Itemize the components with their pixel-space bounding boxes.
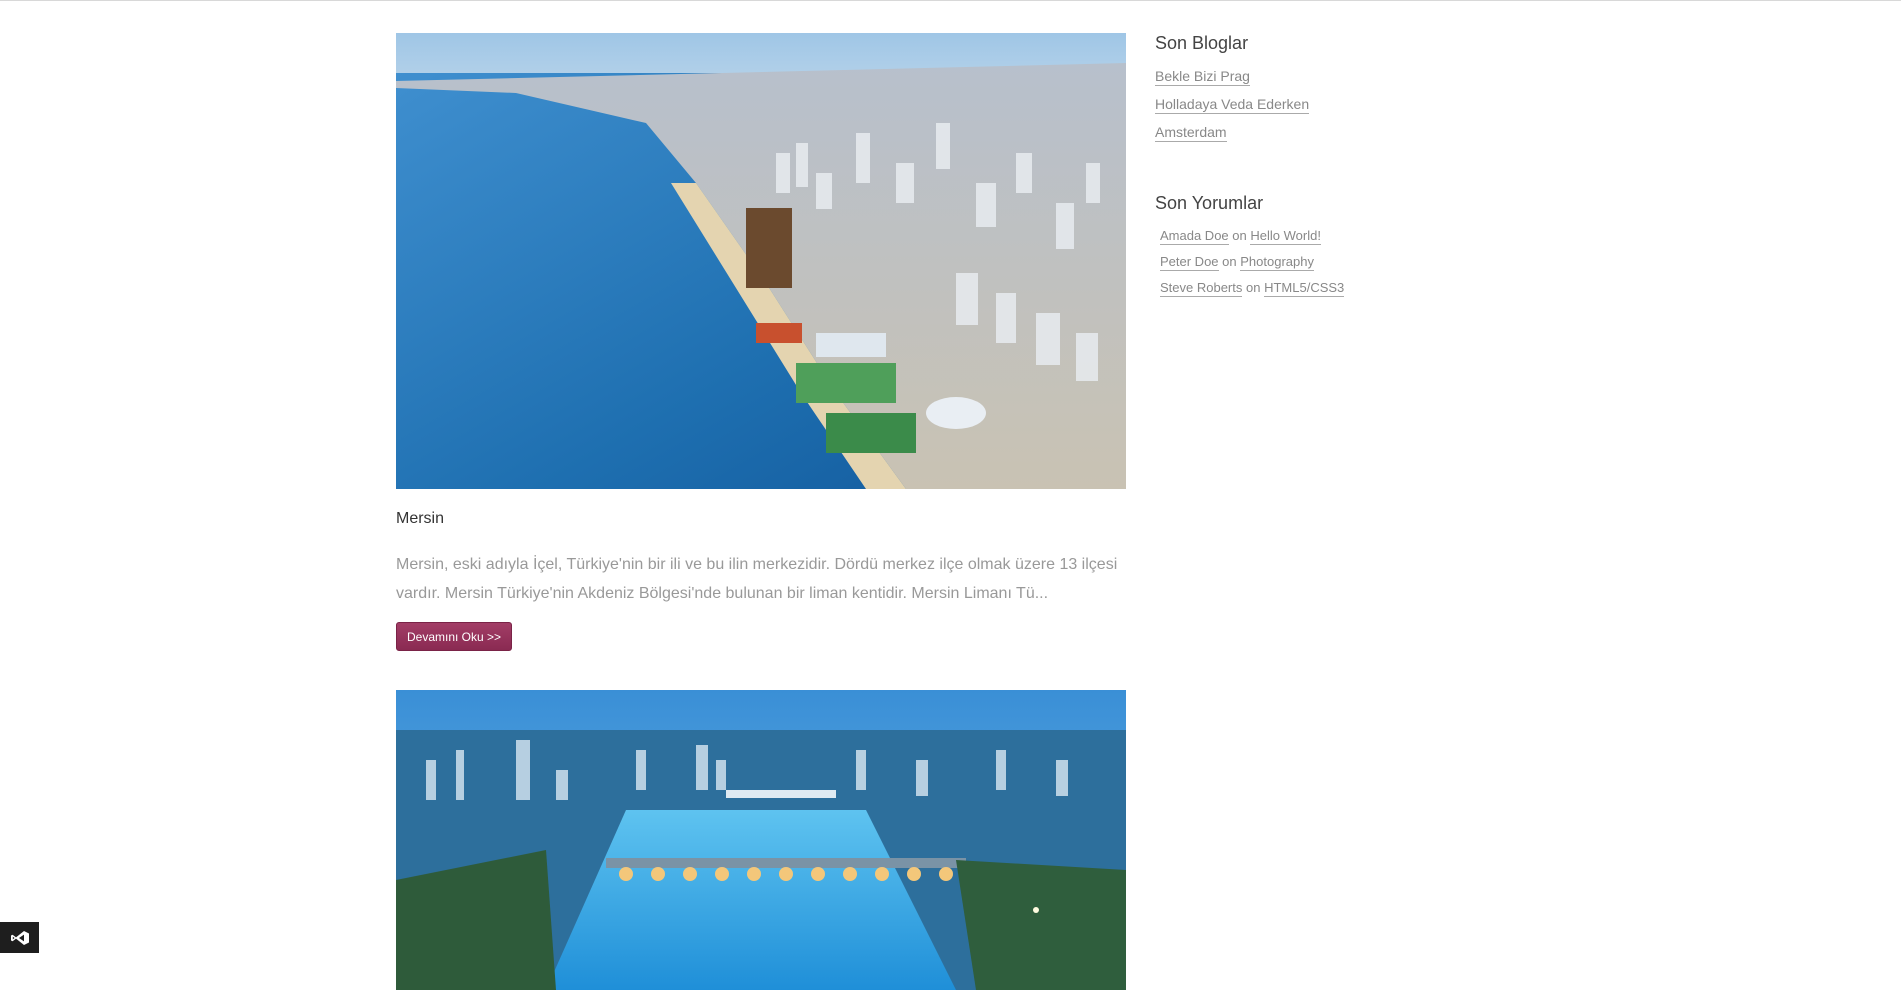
comment-author-link[interactable]: Steve Roberts [1160, 280, 1243, 297]
top-divider [0, 0, 1901, 1]
recent-blogs-list: Bekle Bizi Prag Holladaya Veda Ederken A… [1155, 68, 1385, 152]
recent-comments-title: Son Yorumlar [1155, 193, 1264, 213]
main-column: Mersin Mersin, eski adıyla İçel, Türkiye… [396, 33, 1126, 990]
river-bridge-photo [396, 690, 1126, 990]
recent-comments-list: Amada Doe on Hello World! Peter Doe on P… [1155, 228, 1385, 306]
post-excerpt: Mersin, eski adıyla İçel, Türkiye'nin bi… [396, 556, 1118, 602]
comment-connector: on [1232, 228, 1247, 243]
comment-post-link[interactable]: Hello World! [1250, 228, 1321, 245]
visual-studio-icon[interactable] [0, 922, 39, 953]
comment-author-link[interactable]: Peter Doe [1160, 254, 1219, 271]
comment-connector: on [1222, 254, 1237, 269]
list-item: Holladaya Veda Ederken [1155, 96, 1385, 124]
list-item: Amada Doe on Hello World! [1160, 228, 1385, 254]
comment-post-link[interactable]: Photography [1240, 254, 1314, 271]
list-item: Peter Doe on Photography [1160, 254, 1385, 280]
blog-link[interactable]: Bekle Bizi Prag [1155, 68, 1250, 86]
read-more-button[interactable]: Devamını Oku >> [396, 622, 513, 651]
recent-blogs-widget: Son Bloglar Bekle Bizi Prag Holladaya Ve… [1155, 33, 1385, 152]
vs-logo-glyph [10, 930, 29, 945]
blog-link[interactable]: Holladaya Veda Ederken [1155, 96, 1310, 114]
post-image-mersin[interactable] [396, 33, 1126, 489]
list-item: Steve Roberts on HTML5/CSS3 [1160, 280, 1385, 306]
post-title[interactable]: Mersin [396, 510, 444, 528]
recent-comments-widget: Son Yorumlar Amada Doe on Hello World! P… [1155, 193, 1385, 306]
comment-author-link[interactable]: Amada Doe [1160, 228, 1229, 245]
recent-blogs-title: Son Bloglar [1155, 33, 1249, 53]
post-image-adana[interactable] [396, 690, 1126, 990]
comment-post-link[interactable]: HTML5/CSS3 [1264, 280, 1345, 297]
list-item: Bekle Bizi Prag [1155, 68, 1385, 96]
blog-link[interactable]: Amsterdam [1155, 124, 1227, 142]
list-item: Amsterdam [1155, 124, 1385, 152]
coastline-photo [396, 33, 1126, 489]
comment-connector: on [1246, 280, 1261, 295]
